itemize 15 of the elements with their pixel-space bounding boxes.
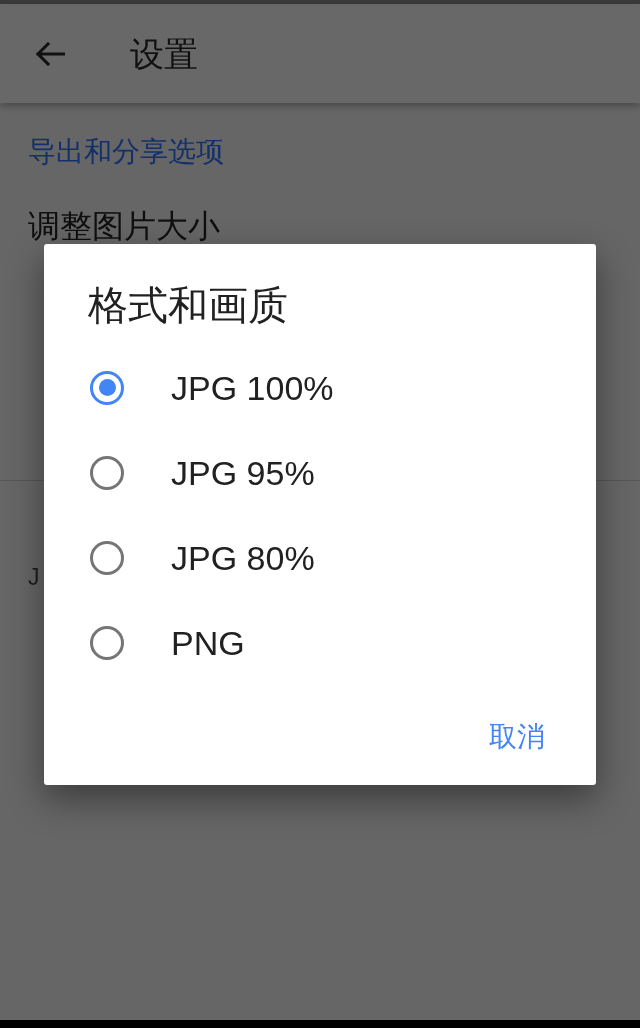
setting-title: 调整图片大小 [28,207,220,246]
radio-icon[interactable] [90,625,124,660]
radio-icon[interactable] [90,370,124,405]
radio-icon[interactable] [90,455,124,490]
section-header: 导出和分享选项 [28,135,224,169]
dialog-title: 格式和画质 [88,282,288,329]
cancel-button[interactable]: 取消 [481,713,553,761]
setting-summary: J [28,563,40,592]
page-title: 设置 [130,33,198,75]
radio-icon[interactable] [90,540,124,575]
radio-option[interactable]: PNG [90,600,245,685]
radio-option[interactable]: JPG 80% [90,515,315,600]
radio-option[interactable]: JPG 100% [90,345,334,430]
radio-option[interactable]: JPG 95% [90,430,315,515]
back-arrow-icon [35,41,65,66]
